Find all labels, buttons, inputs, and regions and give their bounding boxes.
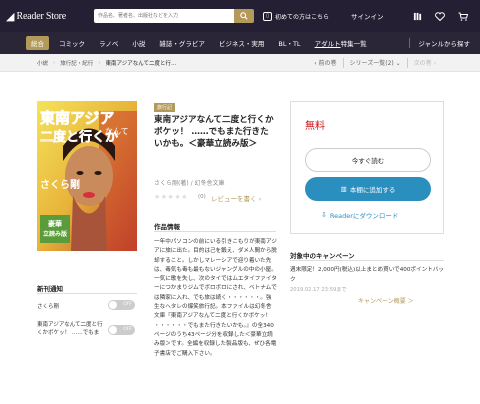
notice-label: 東南アジアなんて二度と行くかボケッ！ ……でもま [37, 322, 103, 336]
cover-badge-text: 豪華 [48, 219, 62, 228]
toggle-knob [109, 326, 117, 334]
next-volume-button: 次の巻 › [413, 60, 436, 67]
bookshelf-icon[interactable] [412, 11, 422, 21]
genre-badge: 旅行記 [154, 103, 176, 112]
nav-item-adult[interactable]: アダルト [315, 38, 341, 48]
nav-item-special[interactable]: 特集一覧 [341, 38, 367, 48]
prev-volume-button[interactable]: ‹ 前の巻 [308, 58, 342, 67]
nav-item-magazine[interactable]: 雑誌・グラビア [159, 38, 205, 48]
heart-icon[interactable] [435, 11, 445, 21]
read-now-button[interactable]: 今すぐ読む [305, 148, 431, 172]
toggle-knob [109, 301, 117, 309]
nav-item-all[interactable]: 総合 [26, 36, 49, 50]
genre-browse-link[interactable]: ジャンルから探す [418, 38, 470, 48]
write-review-link[interactable]: レビューを書く › [211, 193, 261, 203]
search-input[interactable] [94, 9, 234, 23]
divider [37, 293, 137, 294]
book-cover-image[interactable]: 東南アジア なんて 二度と行くか さくら剛 豪華 立読み版 [37, 101, 137, 251]
cover-title-text: 東南アジア [40, 109, 114, 127]
nav-item-business[interactable]: ビジネス・実用 [219, 38, 265, 48]
beginners-guide-link[interactable]: ▯ 初めての方はこちら [263, 11, 329, 21]
nav-item-comic[interactable]: コミック [59, 38, 85, 48]
divider [154, 231, 276, 232]
book-title: 東南アジアなんて二度と行くかボケッ！ ……でもまた行きたいかも。＜豪華立読み版＞ [154, 115, 274, 150]
cover-badge-text: 立読み版 [43, 230, 67, 238]
rating-stars: ★★★★★ [154, 193, 188, 201]
book-info-heading: 作品情報 [154, 223, 180, 231]
nav-item-novel[interactable]: 小説 [132, 38, 145, 48]
nav-divider [409, 38, 411, 48]
new-release-heading: 新刊通知 [37, 285, 63, 293]
book-description: 一年中パソコンの前にいる引きこもりが東南アジアに旅に出た。目的は己を鍛え、ダメ人… [154, 239, 277, 357]
notice-toggle[interactable]: OFF [108, 300, 135, 310]
download-icon: ⇩ [321, 211, 327, 219]
search-button[interactable] [234, 9, 254, 23]
price-label: 無料 [305, 121, 325, 132]
cover-title-text: 二度と行くか [40, 129, 118, 145]
divider [290, 260, 444, 261]
reader-store-logo[interactable]: ◢ Reader Store [6, 10, 86, 23]
nav-item-lightnovel[interactable]: ラノベ [99, 38, 118, 48]
breadcrumb-item-current: 東南アジアなんて二度と行… [105, 60, 177, 67]
campaign-details-link[interactable]: キャンペーン概要 ＞ [358, 296, 414, 305]
top-header: ◢ Reader Store ▯ 初めての方はこちら サインイン [0, 0, 480, 32]
bookshelf-add-icon: ▥ [340, 185, 347, 193]
chevron-right-icon: › [98, 59, 101, 66]
volume-pager: ‹ 前の巻 シリーズ一覧(2) ⌄ 次の巻 › [308, 57, 442, 68]
notice-toggle[interactable]: OFF [108, 325, 135, 335]
nav-item-bl-tl[interactable]: BL・TL [278, 38, 300, 48]
campaign-date: 2019.02.17 23:59まで [290, 287, 347, 293]
add-to-shelf-button[interactable]: ▥ 本棚に追加する [305, 177, 431, 201]
chevron-right-icon: › [53, 59, 56, 66]
breadcrumb: 小説 › 旅行記・紀行 › 東南アジアなんて二度と行… ‹ 前の巻 シリーズ一覧… [0, 54, 480, 72]
purchase-box: 無料 今すぐ読む ▥ 本棚に追加する ⇩ Readerにダウンロード [290, 101, 444, 234]
search-icon [240, 12, 248, 20]
cover-author-text: さくら剛 [40, 178, 80, 191]
breadcrumb-item-travel[interactable]: 旅行記・紀行 [60, 59, 93, 67]
series-list-button[interactable]: シリーズ一覧(2) ⌄ [344, 58, 407, 67]
campaign-text[interactable]: 週末限定！2,000円(税込)以上まとめ買いで400ポイントバック [290, 266, 446, 285]
cart-icon[interactable] [458, 11, 468, 21]
logo-mark-icon: ◢ [6, 9, 15, 23]
category-nav: 総合 コミック ラノベ 小説 雑誌・グラビア ビジネス・実用 BL・TL アダル… [0, 32, 480, 54]
search-box [94, 9, 254, 23]
review-count: (0) [198, 194, 206, 200]
download-link[interactable]: ⇩ Readerにダウンロード [321, 210, 398, 220]
book-author[interactable]: さくら剛(著) / 幻冬舎文庫 [154, 178, 225, 187]
signin-link[interactable]: サインイン [351, 11, 384, 21]
campaign-heading: 対象中のキャンペーン [290, 252, 355, 260]
breadcrumb-item-novel[interactable]: 小説 [37, 59, 48, 67]
book-guide-icon: ▯ [263, 11, 272, 21]
